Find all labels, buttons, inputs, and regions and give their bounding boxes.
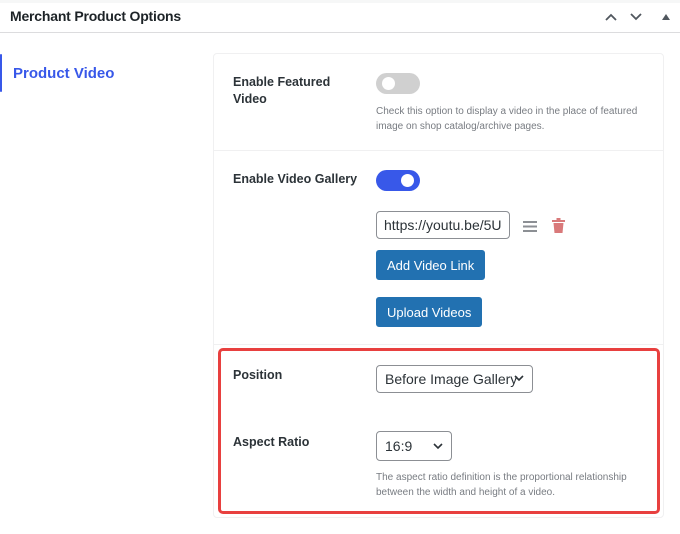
chevron-down-icon (630, 13, 642, 21)
add-video-link-button[interactable]: Add Video Link (376, 250, 486, 280)
featured-video-toggle[interactable] (376, 73, 420, 94)
toggle-knob (401, 174, 414, 187)
aspect-ratio-selected-value: 16:9 (385, 438, 413, 454)
settings-panel: Enable Featured Video Check this option … (213, 53, 664, 518)
position-row: Position Before Image Gallery (214, 345, 663, 420)
video-gallery-row: Enable Video Gallery Add Video Link Uplo… (214, 151, 663, 345)
delete-link-button[interactable] (550, 216, 566, 234)
featured-video-row: Enable Featured Video Check this option … (214, 54, 663, 151)
featured-video-label: Enable Featured Video (233, 75, 331, 106)
aspect-ratio-label: Aspect Ratio (233, 435, 310, 449)
video-gallery-toggle[interactable] (376, 170, 420, 191)
featured-video-description: Check this option to display a video in … (376, 106, 638, 132)
drag-handle[interactable] (521, 218, 539, 234)
position-select[interactable]: Before Image Gallery (376, 365, 533, 393)
sidebar-nav: Product Video (0, 53, 200, 93)
active-indicator (0, 54, 2, 92)
toggle-knob (382, 77, 395, 90)
chevron-up-icon (605, 13, 617, 21)
trash-icon (551, 217, 565, 233)
upload-videos-button[interactable]: Upload Videos (376, 297, 483, 327)
move-down-button[interactable] (626, 7, 646, 27)
chevron-down-icon (514, 375, 524, 382)
video-link-item (376, 211, 510, 239)
move-up-button[interactable] (601, 7, 621, 27)
position-selected-value: Before Image Gallery (385, 371, 518, 387)
sidebar-item-product-video[interactable]: Product Video (0, 53, 200, 93)
toggle-panel-button[interactable] (656, 7, 676, 27)
video-link-input[interactable] (376, 211, 510, 239)
video-gallery-label: Enable Video Gallery (233, 172, 358, 186)
aspect-ratio-select[interactable]: 16:9 (376, 431, 452, 461)
sidebar-item-label: Product Video (13, 64, 115, 82)
triangle-up-icon (662, 14, 670, 20)
chevron-down-icon (433, 443, 443, 450)
metabox-title: Merchant Product Options (10, 8, 181, 24)
metabox-header: Merchant Product Options (0, 3, 680, 33)
aspect-ratio-description: The aspect ratio definition is the propo… (376, 472, 627, 498)
position-label: Position (233, 368, 283, 382)
aspect-ratio-row: Aspect Ratio 16:9 The aspect ratio defin… (214, 420, 663, 515)
hamburger-icon (523, 220, 537, 232)
